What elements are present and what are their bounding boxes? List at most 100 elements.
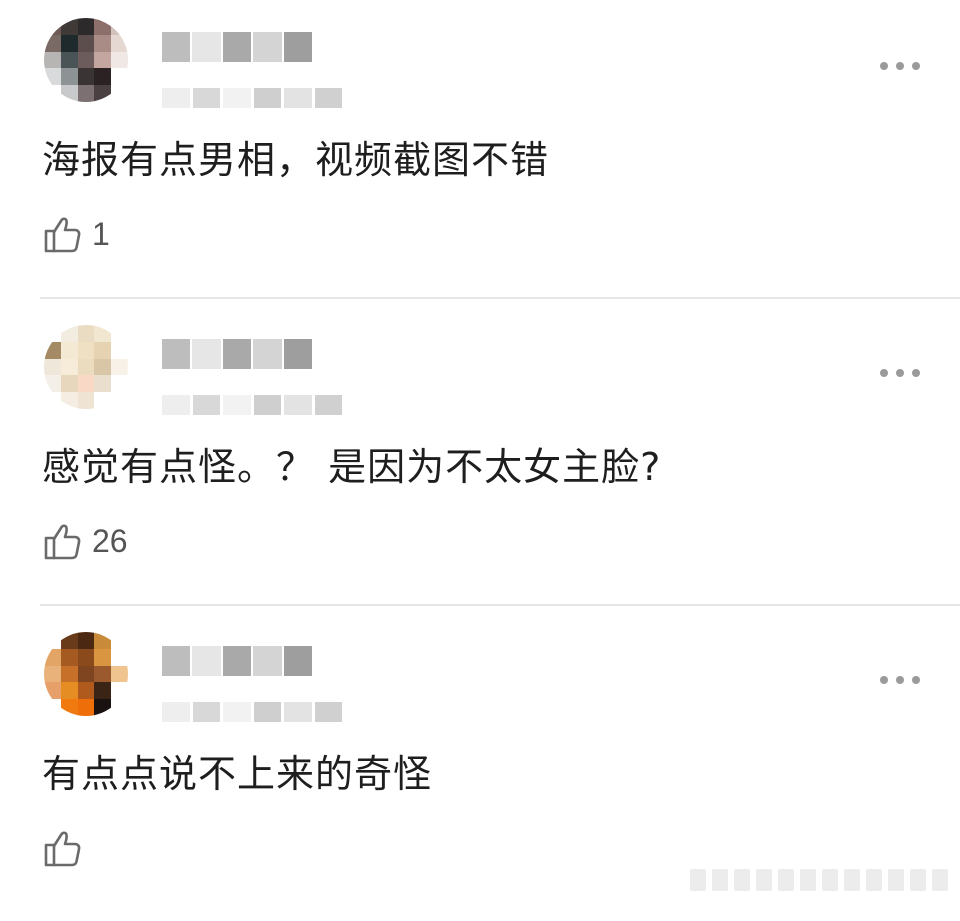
blur-block xyxy=(192,395,220,415)
blur-block xyxy=(222,646,252,676)
avatar-pixel xyxy=(94,632,112,649)
avatar-pixel xyxy=(77,682,95,700)
avatar-pixel xyxy=(94,648,112,666)
avatar[interactable] xyxy=(44,325,128,409)
watermark-blurred xyxy=(690,869,948,891)
blur-block xyxy=(192,32,221,62)
avatar-pixel xyxy=(111,375,128,393)
avatar-pixel xyxy=(77,392,95,409)
like-count: 26 xyxy=(92,522,128,559)
blur-block xyxy=(283,339,313,369)
more-dots-icon[interactable] xyxy=(880,58,920,74)
username-blurred[interactable] xyxy=(162,32,313,62)
blur-block xyxy=(162,339,191,369)
blur-block xyxy=(253,88,281,108)
avatar-pixel xyxy=(44,85,61,102)
like-count: 1 xyxy=(92,215,110,252)
meta-blurred xyxy=(162,395,342,415)
blur-block xyxy=(162,395,190,415)
avatar-pixel xyxy=(60,34,78,52)
avatar-pixel xyxy=(94,34,112,52)
avatar-pixel xyxy=(77,648,95,666)
blur-block xyxy=(192,88,220,108)
avatar-pixel xyxy=(111,85,128,102)
avatar-pixel xyxy=(94,68,112,86)
avatar-pixel xyxy=(94,51,112,69)
avatar-pixel xyxy=(60,85,78,102)
blur-block xyxy=(222,339,252,369)
avatar-pixel xyxy=(111,34,128,52)
thumbs-up-icon xyxy=(44,831,81,867)
avatar-pixel xyxy=(94,85,112,102)
avatar-pixel xyxy=(94,392,112,409)
comment-item: 感觉有点怪。？ 是因为不太女主脸? 26 xyxy=(0,307,960,614)
avatar-pixel xyxy=(44,699,61,716)
avatar-pixel xyxy=(44,648,61,666)
divider xyxy=(40,297,960,299)
avatar-pixel xyxy=(77,665,95,683)
avatar-pixel xyxy=(94,665,112,683)
blur-block xyxy=(284,88,312,108)
like-button[interactable] xyxy=(42,826,92,870)
avatar-pixel xyxy=(77,699,95,716)
avatar-pixel xyxy=(77,68,95,86)
divider xyxy=(40,604,960,606)
blur-block xyxy=(253,646,282,676)
blur-block xyxy=(162,32,191,62)
avatar-pixel xyxy=(77,18,95,35)
blur-block xyxy=(283,32,313,62)
comment-text: 有点点说不上来的奇怪 xyxy=(42,752,433,796)
avatar-pixel xyxy=(94,682,112,700)
blur-block xyxy=(223,88,251,108)
avatar-pixel xyxy=(60,682,78,700)
avatar-pixel xyxy=(44,341,61,359)
avatar-pixel xyxy=(60,68,78,86)
avatar-pixel xyxy=(44,632,61,649)
avatar-pixel xyxy=(60,325,78,342)
comment-text: 感觉有点怪。？ 是因为不太女主脸? xyxy=(42,445,662,489)
more-dots-icon[interactable] xyxy=(880,365,920,381)
avatar-pixel xyxy=(60,51,78,69)
avatar-pixel xyxy=(111,682,128,700)
blur-block xyxy=(222,32,252,62)
avatar-pixel xyxy=(60,665,78,683)
avatar-pixel xyxy=(94,325,112,342)
avatar-pixel xyxy=(60,648,78,666)
avatar[interactable] xyxy=(44,632,128,716)
blur-block xyxy=(253,339,282,369)
avatar-pixel xyxy=(111,392,128,409)
username-blurred[interactable] xyxy=(162,339,313,369)
avatar-pixel xyxy=(111,68,128,86)
avatar-pixel xyxy=(44,34,61,52)
avatar-pixel xyxy=(111,325,128,342)
like-button[interactable]: 1 xyxy=(42,212,110,256)
more-dots-icon[interactable] xyxy=(880,672,920,688)
avatar-pixel xyxy=(44,51,61,69)
blur-block xyxy=(223,702,251,722)
comment-text: 海报有点男相，视频截图不错 xyxy=(42,138,550,182)
avatar[interactable] xyxy=(44,18,128,102)
avatar-pixel xyxy=(60,341,78,359)
avatar-pixel xyxy=(111,358,128,376)
avatar-pixel xyxy=(60,18,78,35)
avatar-pixel xyxy=(44,682,61,700)
comment-item: 海报有点男相，视频截图不错 1 xyxy=(0,0,960,307)
blur-block xyxy=(314,702,342,722)
blur-block xyxy=(284,395,312,415)
blur-block xyxy=(162,646,191,676)
avatar-pixel xyxy=(60,392,78,409)
avatar-pixel xyxy=(94,18,112,35)
blur-block xyxy=(192,702,220,722)
avatar-pixel xyxy=(94,375,112,393)
blur-block xyxy=(284,702,312,722)
avatar-pixel xyxy=(77,358,95,376)
avatar-pixel xyxy=(60,358,78,376)
username-blurred[interactable] xyxy=(162,646,313,676)
blur-block xyxy=(253,702,281,722)
blur-block xyxy=(162,88,190,108)
avatar-pixel xyxy=(44,325,61,342)
avatar-pixel xyxy=(77,85,95,102)
thumbs-up-icon xyxy=(44,524,81,560)
like-button[interactable]: 26 xyxy=(42,519,128,563)
avatar-pixel xyxy=(111,665,128,683)
